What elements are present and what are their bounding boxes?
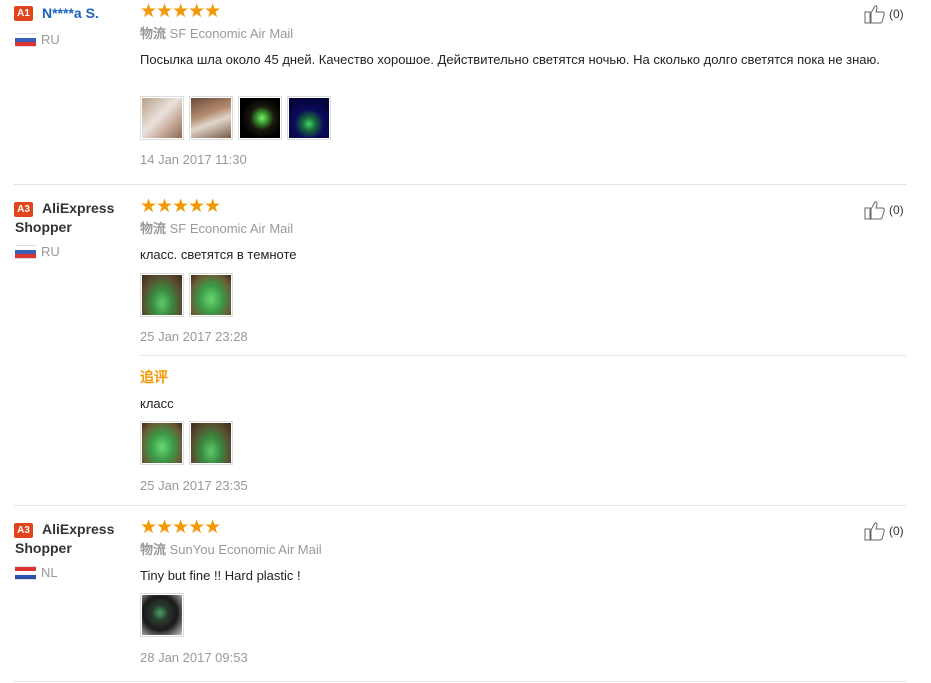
like-button[interactable]: (0): [864, 4, 904, 24]
followup-text: класс: [140, 396, 174, 411]
review-text: класс. светятся в темноте: [140, 247, 297, 262]
user-name-line2: Shopper: [15, 219, 72, 235]
like-count: (0): [889, 203, 904, 217]
review-text: Tiny but fine !! Hard plastic !: [140, 568, 301, 583]
logistics-method: SF Economic Air Mail: [169, 26, 294, 41]
review-photo[interactable]: [140, 421, 184, 465]
review-text: Посылка шла около 45 дней. Качество хоро…: [140, 52, 880, 67]
logistics-method: SunYou Economic Air Mail: [169, 542, 322, 557]
user-level-badge: A1: [14, 6, 33, 21]
review-date: 25 Jan 2017 23:28: [140, 329, 248, 344]
review-photo[interactable]: [189, 421, 233, 465]
logistics-info: 物流 SF Economic Air Mail: [140, 26, 293, 42]
thumbs-up-icon: [864, 201, 885, 220]
user-name-link[interactable]: N****a S.: [42, 4, 99, 22]
user-name-line2: Shopper: [15, 540, 72, 556]
review-date: 28 Jan 2017 09:53: [140, 650, 248, 665]
country-code: RU: [41, 32, 60, 47]
star-rating: ★★★★★: [140, 1, 221, 22]
review-photo[interactable]: [238, 96, 282, 140]
country-code: RU: [41, 244, 60, 259]
review-photos: [140, 273, 233, 317]
user-name: AliExpress: [42, 521, 115, 537]
flag-nl-icon: [15, 566, 36, 580]
divider: [140, 355, 906, 356]
review-photo[interactable]: [140, 593, 184, 637]
logistics-method: SF Economic Air Mail: [169, 221, 294, 236]
review-photos: [140, 593, 184, 637]
thumbs-up-icon: [864, 522, 885, 541]
user-level-badge: A3: [14, 523, 33, 538]
user-level-badge: A3: [14, 202, 33, 217]
logistics-info: 物流 SF Economic Air Mail: [140, 221, 293, 237]
review-photos: [140, 96, 331, 140]
thumbs-up-icon: [864, 5, 885, 24]
logistics-label: 物流: [140, 26, 167, 41]
logistics-label: 物流: [140, 221, 167, 236]
divider: [14, 184, 906, 185]
followup-label: 追评: [140, 369, 168, 385]
like-button[interactable]: (0): [864, 521, 904, 541]
like-count: (0): [889, 7, 904, 21]
divider: [14, 505, 906, 506]
review-date: 14 Jan 2017 11:30: [140, 152, 247, 167]
followup-photos: [140, 421, 233, 465]
flag-ru-icon: [15, 33, 36, 47]
review-photo[interactable]: [189, 96, 233, 140]
star-rating: ★★★★★: [140, 196, 221, 217]
review-photo[interactable]: [287, 96, 331, 140]
logistics-label: 物流: [140, 542, 167, 557]
like-button[interactable]: (0): [864, 200, 904, 220]
user-name: AliExpress: [42, 200, 115, 216]
followup-date: 25 Jan 2017 23:35: [140, 478, 248, 493]
divider: [14, 681, 906, 682]
review-photo[interactable]: [140, 96, 184, 140]
like-count: (0): [889, 524, 904, 538]
logistics-info: 物流 SunYou Economic Air Mail: [140, 542, 322, 558]
review-photo[interactable]: [189, 273, 233, 317]
flag-ru-icon: [15, 245, 36, 259]
country-code: NL: [41, 565, 58, 580]
review-photo[interactable]: [140, 273, 184, 317]
star-rating: ★★★★★: [140, 517, 221, 538]
